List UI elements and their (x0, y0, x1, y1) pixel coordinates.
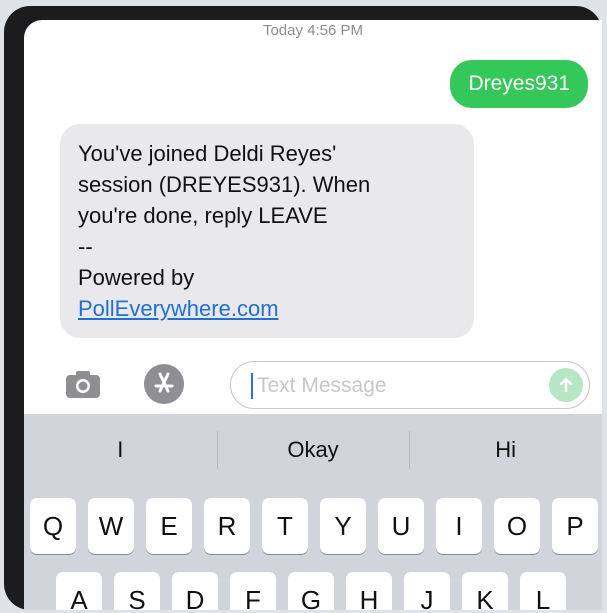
key-f[interactable]: F (230, 572, 276, 610)
key-r[interactable]: R (204, 498, 250, 554)
app-store-button[interactable] (144, 364, 184, 404)
suggestion-hi[interactable]: Hi (409, 431, 602, 469)
key-d[interactable]: D (172, 572, 218, 610)
key-a[interactable]: A (56, 572, 102, 610)
key-i[interactable]: I (436, 498, 482, 554)
messages-screen: Today 4:56 PM Dreyes931 You've joined De… (24, 20, 602, 610)
suggestion-i[interactable]: I (24, 437, 217, 463)
key-u[interactable]: U (378, 498, 424, 554)
camera-icon (66, 371, 100, 398)
key-g[interactable]: G (288, 572, 334, 610)
incoming-message-bubble[interactable]: You've joined Deldi Reyes' session (DREY… (60, 124, 474, 338)
key-e[interactable]: E (146, 498, 192, 554)
key-q[interactable]: Q (30, 498, 76, 554)
message-input-placeholder: Text Message (257, 374, 387, 397)
phone-frame: Today 4:56 PM Dreyes931 You've joined De… (4, 6, 602, 610)
key-p[interactable]: P (552, 498, 598, 554)
outgoing-message-bubble[interactable]: Dreyes931 (450, 60, 588, 108)
message-line: You've joined Deldi Reyes' (78, 141, 337, 166)
text-caret (251, 373, 253, 399)
key-k[interactable]: K (462, 572, 508, 610)
compose-bar: Text Message (24, 356, 602, 414)
arrow-up-icon (559, 377, 573, 393)
key-y[interactable]: Y (320, 498, 366, 554)
keyboard: I Okay Hi Q W E R T Y U I O P A S D F G … (24, 414, 602, 610)
key-row-middle: A S D F G H J K L (56, 572, 602, 610)
polleverywhere-link[interactable]: PollEverywhere.com (78, 293, 456, 324)
key-o[interactable]: O (494, 498, 540, 554)
key-l[interactable]: L (520, 572, 566, 610)
key-w[interactable]: W (88, 498, 134, 554)
thread-timestamp: Today 4:56 PM (262, 22, 364, 39)
key-s[interactable]: S (114, 572, 160, 610)
suggestion-okay[interactable]: Okay (216, 431, 410, 469)
app-store-icon (154, 372, 174, 393)
message-line: session (DREYES931). When (78, 172, 371, 197)
message-line: Powered by (78, 265, 195, 290)
key-j[interactable]: J (404, 572, 450, 610)
key-t[interactable]: T (262, 498, 308, 554)
message-line: you're done, reply LEAVE (78, 203, 328, 228)
key-row-top: Q W E R T Y U I O P (30, 498, 602, 558)
predictive-suggestions: I Okay Hi (24, 414, 602, 486)
send-button[interactable] (549, 368, 583, 402)
camera-button[interactable] (64, 368, 102, 400)
message-input[interactable]: Text Message (230, 361, 590, 409)
message-line: -- (78, 234, 93, 259)
key-h[interactable]: H (346, 572, 392, 610)
